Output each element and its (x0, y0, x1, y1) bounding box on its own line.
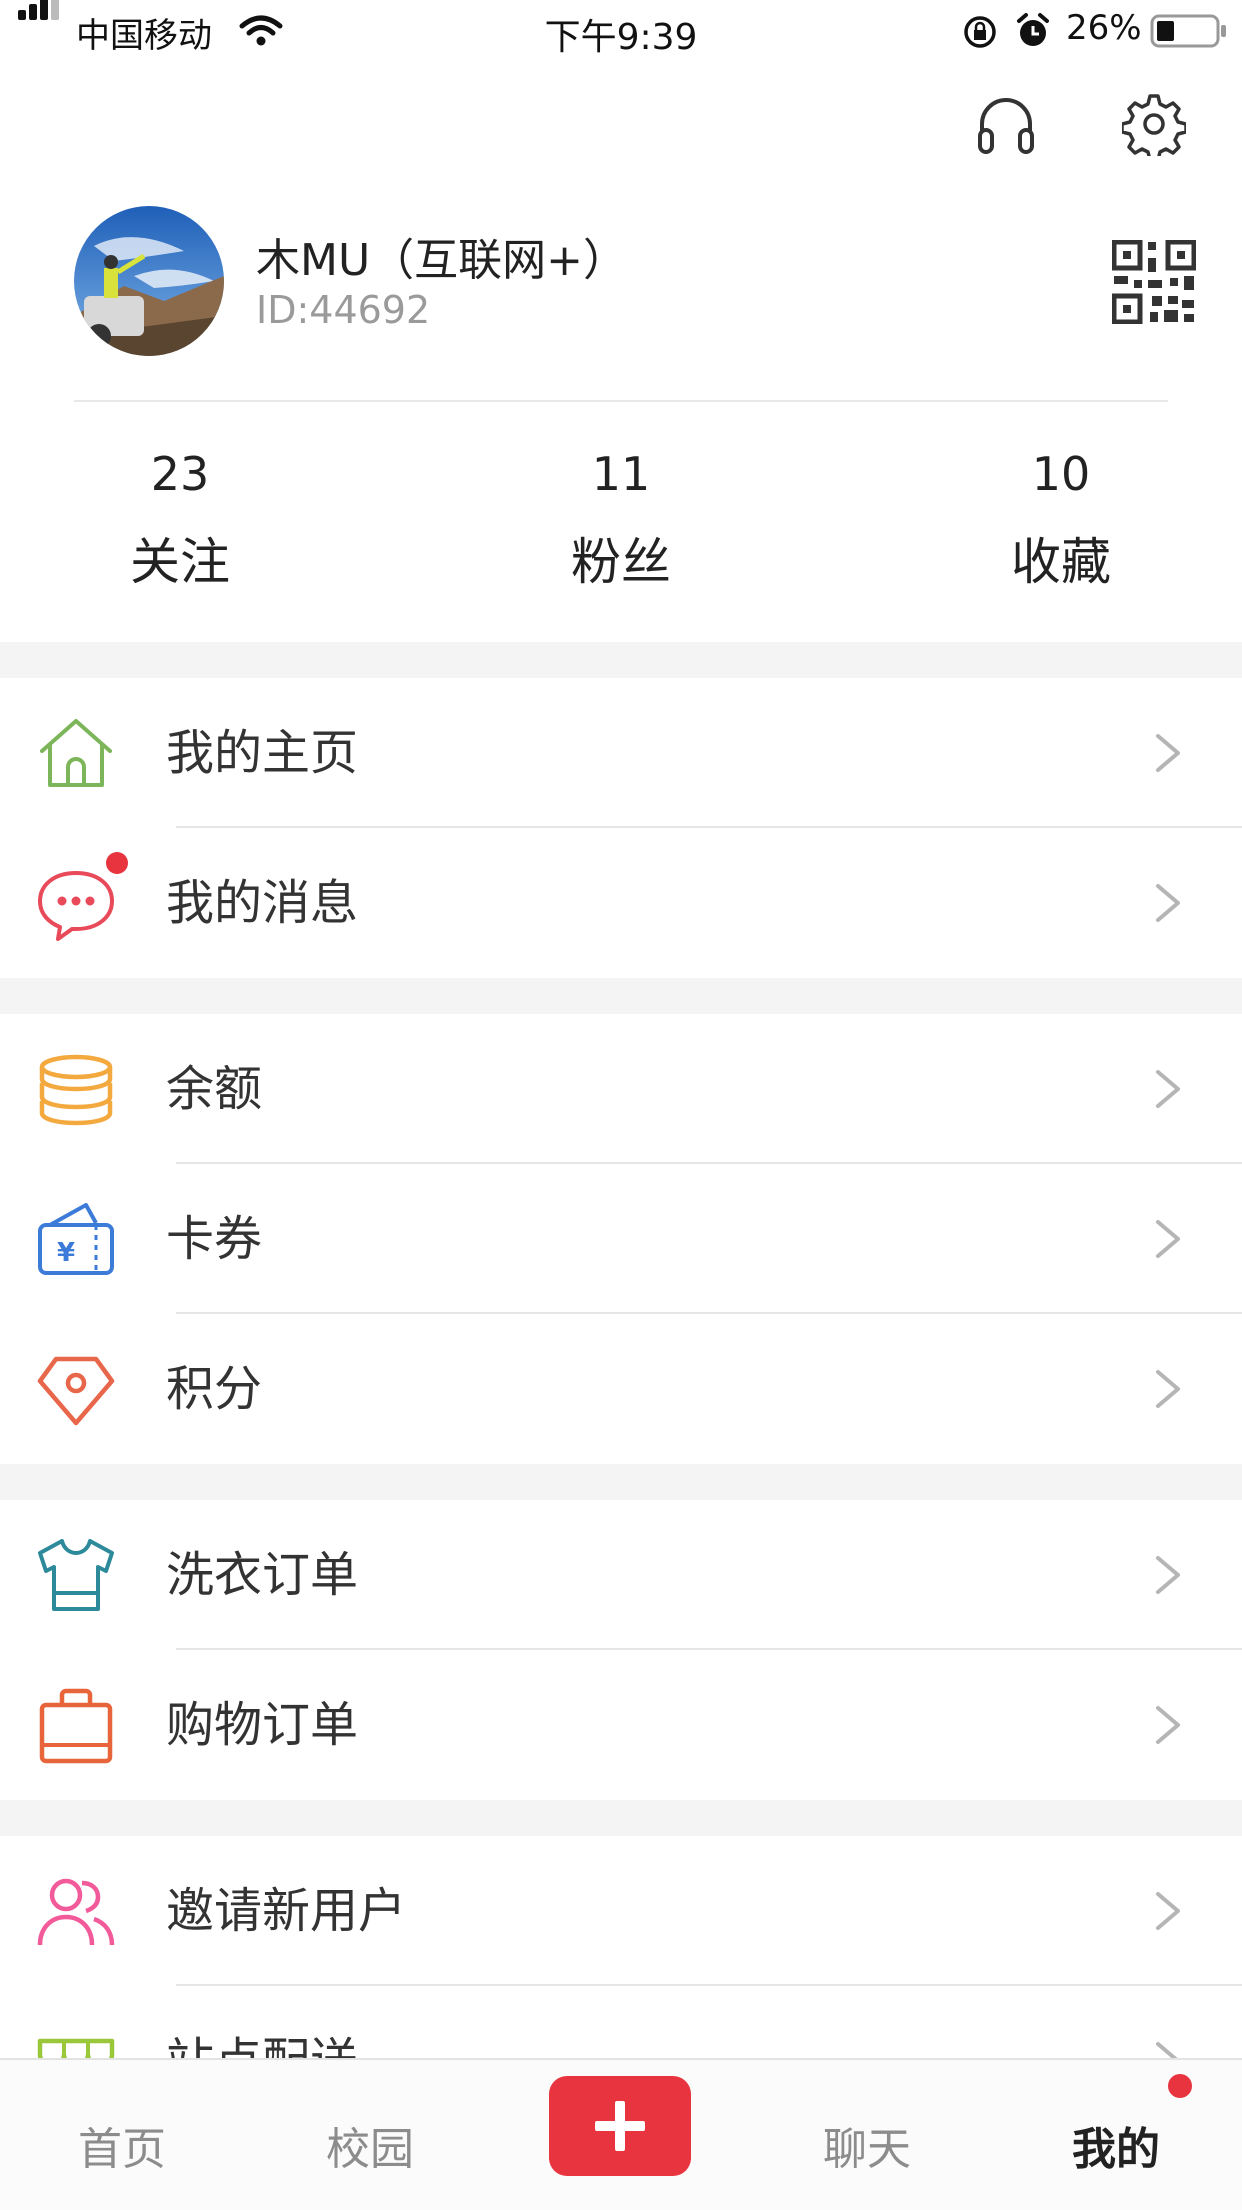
section-gap (0, 642, 1242, 678)
home-icon (40, 719, 112, 787)
menu-item-balance[interactable]: 余额 (0, 1014, 1242, 1164)
chevron-right-icon (1156, 1892, 1180, 1930)
section-gap (0, 1464, 1242, 1500)
menu-label: 积分 (166, 1361, 263, 1417)
alarm-icon (1017, 13, 1049, 46)
tab-chat[interactable]: 聊天 (787, 2120, 947, 2180)
stat-following[interactable]: 23 关注 (40, 444, 320, 592)
menu-item-messages[interactable]: 我的消息 (0, 828, 1242, 978)
qr-code-icon[interactable] (1112, 240, 1196, 324)
shopping-bag-icon (39, 1688, 113, 1764)
tab-home[interactable]: 首页 (42, 2120, 202, 2180)
menu-item-shopping-orders[interactable]: 购物订单 (0, 1650, 1242, 1800)
chevron-right-icon (1156, 1220, 1180, 1258)
tshirt-icon (38, 1539, 114, 1611)
stat-following-value: 23 (150, 447, 210, 501)
coupon-wallet-icon: ¥ (38, 1203, 114, 1275)
battery-percent: 26% (1066, 8, 1142, 48)
battery-icon (1150, 14, 1226, 48)
menu-label: 我的主页 (166, 725, 359, 781)
users-icon (37, 1878, 115, 1946)
unread-dot (106, 852, 128, 874)
menu-label: 洗衣订单 (166, 1547, 359, 1603)
headset-icon[interactable] (974, 94, 1038, 158)
chevron-right-icon (1156, 734, 1180, 772)
menu-label: 购物订单 (166, 1697, 359, 1753)
section-gap (0, 978, 1242, 1014)
stat-fans[interactable]: 11 粉丝 (481, 444, 761, 592)
stat-favorites-value: 10 (1031, 447, 1091, 501)
chevron-right-icon (1156, 1706, 1180, 1744)
rotation-lock-icon (964, 16, 996, 48)
diamond-tag-icon (37, 1356, 115, 1426)
profile-divider (74, 400, 1168, 402)
menu-item-laundry-orders[interactable]: 洗衣订单 (0, 1500, 1242, 1650)
menu-label: 余额 (166, 1061, 263, 1117)
chevron-right-icon (1156, 1556, 1180, 1594)
menu-label: 邀请新用户 (166, 1883, 407, 1939)
stat-favorites-label: 收藏 (1011, 533, 1111, 591)
message-bubble-icon (38, 871, 114, 941)
menu-item-coupons[interactable]: ¥ 卡券 (0, 1164, 1242, 1314)
tab-mine[interactable]: 我的 (1036, 2120, 1196, 2180)
menu-item-points[interactable]: 积分 (0, 1314, 1242, 1464)
svg-text:¥: ¥ (57, 1238, 75, 1268)
plus-icon (595, 2101, 645, 2151)
user-id: ID:44692 (256, 288, 431, 332)
status-bar: 中国移动 下午9:39 26% (0, 0, 1242, 62)
status-time: 下午9:39 (544, 17, 698, 58)
tab-campus[interactable]: 校园 (290, 2120, 450, 2180)
notification-dot (1168, 2074, 1192, 2098)
username: 木MU（互联网+） (256, 235, 628, 286)
chevron-right-icon (1156, 884, 1180, 922)
menu-item-invite[interactable]: 邀请新用户 (0, 1836, 1242, 1986)
tab-bar: 首页 校园 聊天 我的 (0, 2058, 1242, 2210)
chevron-right-icon (1156, 1070, 1180, 1108)
stat-fans-label: 粉丝 (571, 533, 671, 591)
gear-icon[interactable] (1122, 92, 1186, 156)
stat-favorites[interactable]: 10 收藏 (921, 444, 1201, 592)
menu-label: 卡券 (166, 1211, 263, 1267)
menu-label: 我的消息 (166, 875, 359, 931)
menu-item-home[interactable]: 我的主页 (0, 678, 1242, 828)
avatar[interactable] (74, 206, 224, 356)
stat-fans-value: 11 (591, 447, 651, 501)
add-post-button[interactable] (549, 2076, 691, 2176)
coins-stack-icon (39, 1054, 113, 1126)
section-gap (0, 1800, 1242, 1836)
chevron-right-icon (1156, 1370, 1180, 1408)
stat-following-label: 关注 (130, 533, 230, 591)
